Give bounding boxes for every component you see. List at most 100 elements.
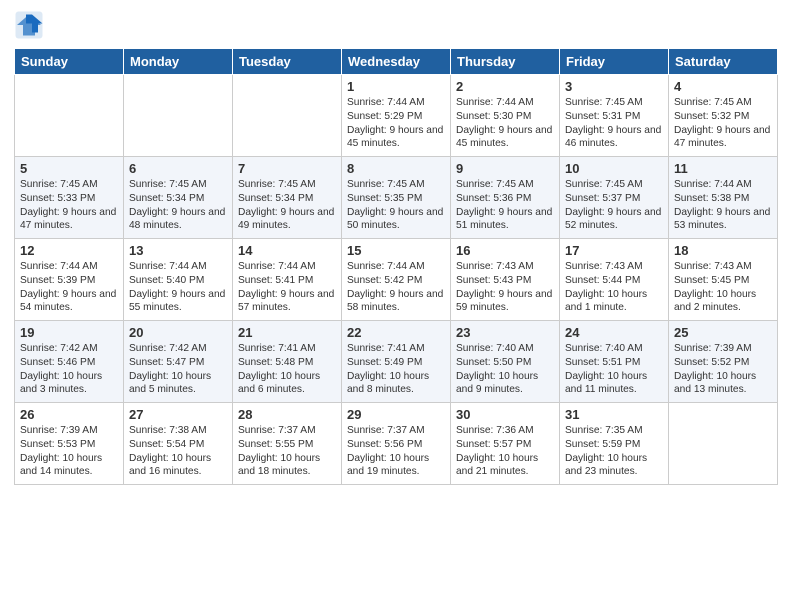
day-info: Sunrise: 7:37 AM Sunset: 5:55 PM Dayligh… (238, 424, 336, 479)
week-row-3: 12Sunrise: 7:44 AM Sunset: 5:39 PM Dayli… (15, 239, 778, 321)
day-info: Sunrise: 7:44 AM Sunset: 5:38 PM Dayligh… (674, 178, 772, 233)
day-cell: 8 Sunrise: 7:45 AM Sunset: 5:35 PM Daylig… (342, 157, 451, 239)
day-info: Sunrise: 7:44 AM Sunset: 5:41 PM Dayligh… (238, 260, 336, 315)
day-info: Sunrise: 7:45 AM Sunset: 5:37 PM Dayligh… (565, 178, 663, 233)
day-number: 19 (20, 325, 118, 340)
day-number: 21 (238, 325, 336, 340)
day-info: Sunrise: 7:45 AM Sunset: 5:32 PM Dayligh… (674, 96, 772, 151)
calendar: SundayMondayTuesdayWednesdayThursdayFrid… (14, 48, 778, 485)
day-info: Sunrise: 7:44 AM Sunset: 5:42 PM Dayligh… (347, 260, 445, 315)
day-number: 28 (238, 407, 336, 422)
day-cell: 17 Sunrise: 7:43 AM Sunset: 5:44 PM Dayli… (560, 239, 669, 321)
day-cell: 20 Sunrise: 7:42 AM Sunset: 5:47 PM Dayli… (124, 321, 233, 403)
day-number: 27 (129, 407, 227, 422)
day-cell: 19 Sunrise: 7:42 AM Sunset: 5:46 PM Dayli… (15, 321, 124, 403)
day-info: Sunrise: 7:43 AM Sunset: 5:43 PM Dayligh… (456, 260, 554, 315)
day-number: 22 (347, 325, 445, 340)
day-cell: 7 Sunrise: 7:45 AM Sunset: 5:34 PM Daylig… (233, 157, 342, 239)
day-cell: 26 Sunrise: 7:39 AM Sunset: 5:53 PM Dayli… (15, 403, 124, 485)
weekday-header-friday: Friday (560, 49, 669, 75)
day-cell: 16 Sunrise: 7:43 AM Sunset: 5:43 PM Dayli… (451, 239, 560, 321)
day-info: Sunrise: 7:45 AM Sunset: 5:35 PM Dayligh… (347, 178, 445, 233)
day-cell: 31Sunrise: 7:35 AM Sunset: 5:59 PM Dayli… (560, 403, 669, 485)
day-number: 4 (674, 79, 772, 94)
weekday-header-monday: Monday (124, 49, 233, 75)
day-number: 29 (347, 407, 445, 422)
week-row-1: 1 Sunrise: 7:44 AM Sunset: 5:29 PM Daylig… (15, 75, 778, 157)
day-cell: 29 Sunrise: 7:37 AM Sunset: 5:56 PM Dayli… (342, 403, 451, 485)
weekday-header-tuesday: Tuesday (233, 49, 342, 75)
page-container: SundayMondayTuesdayWednesdayThursdayFrid… (0, 0, 792, 495)
day-info: Sunrise: 7:43 AM Sunset: 5:45 PM Dayligh… (674, 260, 772, 315)
day-cell (233, 75, 342, 157)
day-info: Sunrise: 7:45 AM Sunset: 5:31 PM Dayligh… (565, 96, 663, 151)
weekday-header-row: SundayMondayTuesdayWednesdayThursdayFrid… (15, 49, 778, 75)
day-number: 15 (347, 243, 445, 258)
day-info: Sunrise: 7:41 AM Sunset: 5:49 PM Dayligh… (347, 342, 445, 397)
day-cell: 23 Sunrise: 7:40 AM Sunset: 5:50 PM Dayli… (451, 321, 560, 403)
day-number: 9 (456, 161, 554, 176)
day-info: Sunrise: 7:45 AM Sunset: 5:33 PM Dayligh… (20, 178, 118, 233)
day-cell: 5 Sunrise: 7:45 AM Sunset: 5:33 PM Daylig… (15, 157, 124, 239)
day-info: Sunrise: 7:45 AM Sunset: 5:34 PM Dayligh… (129, 178, 227, 233)
day-number: 14 (238, 243, 336, 258)
day-number: 23 (456, 325, 554, 340)
day-cell: 21 Sunrise: 7:41 AM Sunset: 5:48 PM Dayli… (233, 321, 342, 403)
week-row-4: 19 Sunrise: 7:42 AM Sunset: 5:46 PM Dayli… (15, 321, 778, 403)
day-cell: 30Sunrise: 7:36 AM Sunset: 5:57 PM Dayli… (451, 403, 560, 485)
day-info: Sunrise: 7:37 AM Sunset: 5:56 PM Dayligh… (347, 424, 445, 479)
day-cell: 9 Sunrise: 7:45 AM Sunset: 5:36 PM Daylig… (451, 157, 560, 239)
day-cell: 4 Sunrise: 7:45 AM Sunset: 5:32 PM Daylig… (669, 75, 778, 157)
day-number: 2 (456, 79, 554, 94)
day-number: 17 (565, 243, 663, 258)
day-cell: 6 Sunrise: 7:45 AM Sunset: 5:34 PM Daylig… (124, 157, 233, 239)
day-number: 16 (456, 243, 554, 258)
day-cell: 24Sunrise: 7:40 AM Sunset: 5:51 PM Dayli… (560, 321, 669, 403)
day-cell: 11 Sunrise: 7:44 AM Sunset: 5:38 PM Dayli… (669, 157, 778, 239)
day-info: Sunrise: 7:42 AM Sunset: 5:46 PM Dayligh… (20, 342, 118, 397)
day-cell: 10 Sunrise: 7:45 AM Sunset: 5:37 PM Dayli… (560, 157, 669, 239)
day-info: Sunrise: 7:45 AM Sunset: 5:36 PM Dayligh… (456, 178, 554, 233)
day-info: Sunrise: 7:35 AM Sunset: 5:59 PM Dayligh… (565, 424, 663, 479)
day-info: Sunrise: 7:41 AM Sunset: 5:48 PM Dayligh… (238, 342, 336, 397)
day-cell: 1 Sunrise: 7:44 AM Sunset: 5:29 PM Daylig… (342, 75, 451, 157)
day-number: 30 (456, 407, 554, 422)
day-cell (124, 75, 233, 157)
day-cell (15, 75, 124, 157)
day-number: 26 (20, 407, 118, 422)
day-cell: 14 Sunrise: 7:44 AM Sunset: 5:41 PM Dayli… (233, 239, 342, 321)
logo (14, 10, 46, 40)
header (14, 10, 778, 40)
weekday-header-saturday: Saturday (669, 49, 778, 75)
weekday-header-sunday: Sunday (15, 49, 124, 75)
day-cell (669, 403, 778, 485)
day-number: 25 (674, 325, 772, 340)
day-number: 20 (129, 325, 227, 340)
day-info: Sunrise: 7:39 AM Sunset: 5:52 PM Dayligh… (674, 342, 772, 397)
day-info: Sunrise: 7:40 AM Sunset: 5:50 PM Dayligh… (456, 342, 554, 397)
day-info: Sunrise: 7:39 AM Sunset: 5:53 PM Dayligh… (20, 424, 118, 479)
day-number: 1 (347, 79, 445, 94)
day-cell: 22 Sunrise: 7:41 AM Sunset: 5:49 PM Dayli… (342, 321, 451, 403)
day-cell: 28 Sunrise: 7:37 AM Sunset: 5:55 PM Dayli… (233, 403, 342, 485)
day-number: 5 (20, 161, 118, 176)
day-number: 8 (347, 161, 445, 176)
day-number: 7 (238, 161, 336, 176)
logo-icon (14, 10, 44, 40)
day-info: Sunrise: 7:44 AM Sunset: 5:29 PM Dayligh… (347, 96, 445, 151)
day-number: 11 (674, 161, 772, 176)
day-info: Sunrise: 7:44 AM Sunset: 5:40 PM Dayligh… (129, 260, 227, 315)
day-number: 3 (565, 79, 663, 94)
day-number: 6 (129, 161, 227, 176)
day-number: 13 (129, 243, 227, 258)
day-cell: 27 Sunrise: 7:38 AM Sunset: 5:54 PM Dayli… (124, 403, 233, 485)
day-info: Sunrise: 7:44 AM Sunset: 5:39 PM Dayligh… (20, 260, 118, 315)
week-row-2: 5 Sunrise: 7:45 AM Sunset: 5:33 PM Daylig… (15, 157, 778, 239)
day-info: Sunrise: 7:38 AM Sunset: 5:54 PM Dayligh… (129, 424, 227, 479)
day-info: Sunrise: 7:45 AM Sunset: 5:34 PM Dayligh… (238, 178, 336, 233)
weekday-header-thursday: Thursday (451, 49, 560, 75)
day-number: 10 (565, 161, 663, 176)
day-info: Sunrise: 7:43 AM Sunset: 5:44 PM Dayligh… (565, 260, 663, 315)
day-cell: 2Sunrise: 7:44 AM Sunset: 5:30 PM Daylig… (451, 75, 560, 157)
day-info: Sunrise: 7:42 AM Sunset: 5:47 PM Dayligh… (129, 342, 227, 397)
